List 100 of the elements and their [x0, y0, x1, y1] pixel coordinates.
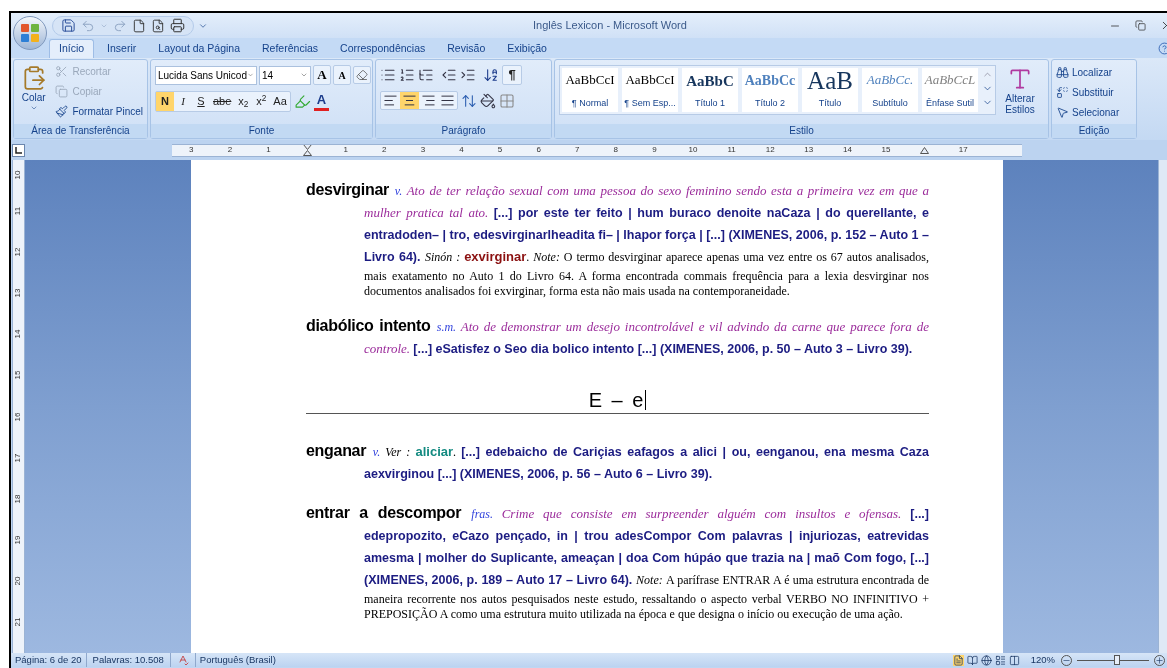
dictionary-entry: desvirginar v. Ato de ter relação sexual com uma pessoa do sexo feminino sendo esta a primeira vez em que a mulher pratica tal ato. [...] por este ter feito | hum buraco denoite naCaza | do querellante, e entradoden– | tro, edesvirginarlheadita fi– | lhapor força | [...] (XIMENES, 2006, p. 152 – Auto 1 – Livro 64). Sinón : exvirginar. Note: O termo desvirginar aparece apenas uma vez entre os 67 autos analisados, mais exatamento no Auto 1 do Livro 64. A forma encontrada commais frequência para a lexia desvirginar nos documentos analisados foi exvirginar, forma esta não mais usada na contemporaneidade.: [306, 180, 929, 298]
format-button[interactable]: x$^{2}$: [252, 92, 271, 111]
style-gallery-item[interactable]: AaBbCcI ¶ Normal: [562, 68, 618, 112]
ribbon-tab[interactable]: Início: [49, 39, 95, 58]
style-gallery-item[interactable]: AaBbCcI ¶ Sem Esp...: [622, 68, 678, 112]
ruler-number: 21: [14, 618, 23, 627]
save-icon[interactable]: [61, 18, 76, 33]
ruler-number: 15: [14, 370, 23, 380]
ruler-number: 13: [14, 288, 23, 298]
section-heading: E – e: [588, 388, 646, 412]
ribbon-tab[interactable]: Inserir: [98, 39, 146, 58]
dictionary-entry: entrar a descompor fras. Crime que consiste em surpreender alguém com insultos e ofensas. [...] edepropozito, eCazo pençado, in | trou adesCompor Com palavras | injuriozas, eatrevidas amesma | molher do Suplicante, ameaçan | doa Com húpáo que trazia na | maõ Com fogo, [...] (XIMENES, 2006, p. 189 – Auto 17 – Livro 64). Note: A parífrase ENTRAR A é uma estrutura encontrada de maneira recorrente nos autos pesquisados neste estudo, ressaltando o aspecto verbal VERBO NO INFINITIVO + PREPOSIÇÃO A como uma estrutura muito utilizada na época e que designa o início ou execução de uma ação.: [306, 503, 929, 621]
right-indent-marker-icon[interactable]: [920, 146, 930, 154]
numbering-icon[interactable]: [399, 67, 415, 83]
change-styles-button[interactable]: Alterar Estilos: [1000, 65, 1040, 115]
bullets-icon[interactable]: [380, 67, 396, 83]
format-button[interactable]: N: [156, 92, 174, 111]
ruler-number: 1: [343, 146, 348, 154]
eraser-icon[interactable]: [353, 66, 371, 84]
font-color-button[interactable]: A: [313, 92, 330, 111]
editing-button[interactable]: Selecionar: [1056, 104, 1120, 121]
font-name-dropdown[interactable]: Lucida Sans Unicod: [155, 65, 257, 85]
sort-icon[interactable]: [483, 67, 499, 83]
ruler-number: 2: [227, 146, 233, 154]
language-status[interactable]: Português (Brasil): [194, 652, 280, 668]
word-count[interactable]: Palavras: 10.508: [86, 652, 171, 668]
align-button[interactable]: [438, 92, 457, 109]
ruler-number: 11: [14, 206, 23, 215]
caret-icon: [300, 71, 308, 79]
group-label: Estilo: [789, 126, 814, 136]
ruler-number: 7: [575, 146, 580, 154]
ribbon-tab[interactable]: Layout da Página: [149, 39, 250, 58]
multilevel-list-icon[interactable]: [418, 67, 434, 83]
ruler-number: 16: [14, 412, 23, 421]
ribbon-tab[interactable]: Referências: [253, 39, 328, 58]
style-gallery-item[interactable]: AaB Título: [802, 68, 858, 112]
ruler-number: 6: [536, 146, 541, 154]
ruler-number: 14: [14, 329, 23, 339]
ruler-number: 11: [727, 146, 736, 154]
align-button[interactable]: [400, 92, 419, 109]
decrease-indent-icon[interactable]: [441, 67, 457, 83]
tab-stop-icon: [15, 146, 22, 154]
editing-button[interactable]: Substituir: [1056, 84, 1120, 101]
printer-icon[interactable]: [170, 18, 185, 33]
format-button[interactable]: x$_{2}$: [234, 92, 253, 111]
ruler-number: 10: [14, 170, 23, 180]
ruler-number: 18: [14, 494, 23, 504]
pilcrow-button[interactable]: ¶: [502, 65, 522, 85]
font-size-dropdown[interactable]: 14: [259, 65, 311, 85]
caret-icon: [29, 104, 38, 112]
scissors-icon: [55, 65, 69, 78]
tab-selector-button[interactable]: [12, 143, 25, 157]
group-label: Área de Transferência: [31, 126, 130, 136]
grow-font-button[interactable]: A: [313, 65, 331, 85]
ribbon-tab[interactable]: Revisão: [438, 39, 495, 58]
format-button[interactable]: Aa: [270, 92, 290, 111]
align-button[interactable]: [381, 92, 400, 109]
outline-icon[interactable]: [994, 654, 1006, 666]
ruler-number: 3: [189, 146, 194, 154]
line-spacing-icon[interactable]: [461, 92, 477, 109]
zoom-slider-thumb[interactable]: [1113, 654, 1120, 665]
paint-bucket-icon[interactable]: [480, 92, 496, 109]
style-gallery-item[interactable]: AaBbCc Título 2: [742, 68, 798, 112]
ruler-number: 12: [14, 247, 23, 257]
indent-marker-icon[interactable]: [302, 144, 312, 156]
clipboard-button[interactable]: Formatar Pincel: [55, 103, 143, 120]
editing-button[interactable]: Localizar: [1056, 64, 1120, 81]
reading-layout-icon[interactable]: [966, 654, 978, 666]
ruler-number: 9: [652, 146, 657, 154]
style-gallery-item[interactable]: AaBbCcL Ênfase Sutil: [922, 68, 978, 112]
paintbrush-icon: [55, 105, 69, 118]
ruler-number: 5: [497, 146, 503, 154]
restore-icon[interactable]: [1135, 20, 1146, 31]
shrink-font-button[interactable]: A: [333, 65, 351, 85]
ruler-number: 17: [14, 453, 23, 463]
format-button[interactable]: I: [174, 92, 192, 111]
ribbon-tab[interactable]: Exibição: [498, 39, 556, 58]
group-label: Parágrafo: [441, 126, 486, 136]
group-label: Edição: [1078, 126, 1110, 136]
ruler-number: 8: [613, 146, 619, 154]
align-left-icon: [383, 93, 398, 108]
window-title: Inglês Lexicon - Microsoft Word: [533, 18, 687, 34]
align-button[interactable]: [419, 92, 438, 109]
ribbon-tab[interactable]: Correspondências: [331, 39, 435, 58]
format-button[interactable]: abe: [210, 92, 235, 111]
format-button[interactable]: S: [192, 92, 210, 111]
draft-icon[interactable]: [1008, 654, 1020, 666]
print-preview-icon[interactable]: [151, 18, 165, 33]
style-gallery-item[interactable]: AaBbC Título 1: [682, 68, 738, 112]
new-document-icon[interactable]: [132, 18, 146, 33]
print-layout-icon[interactable]: [952, 654, 964, 666]
web-layout-icon[interactable]: [980, 654, 992, 666]
zoom-level[interactable]: 120%: [1030, 652, 1055, 668]
align-justify-icon: [440, 93, 455, 108]
zoom-in-icon[interactable]: [1154, 654, 1165, 666]
page-count[interactable]: Página: 6 de 20: [11, 652, 87, 668]
style-gallery-item[interactable]: AaBbCc. Subtítulo: [862, 68, 918, 112]
ruler-number: 15: [881, 146, 891, 154]
paste-button[interactable]: Colar: [18, 63, 50, 124]
increase-indent-icon[interactable]: [460, 67, 476, 83]
